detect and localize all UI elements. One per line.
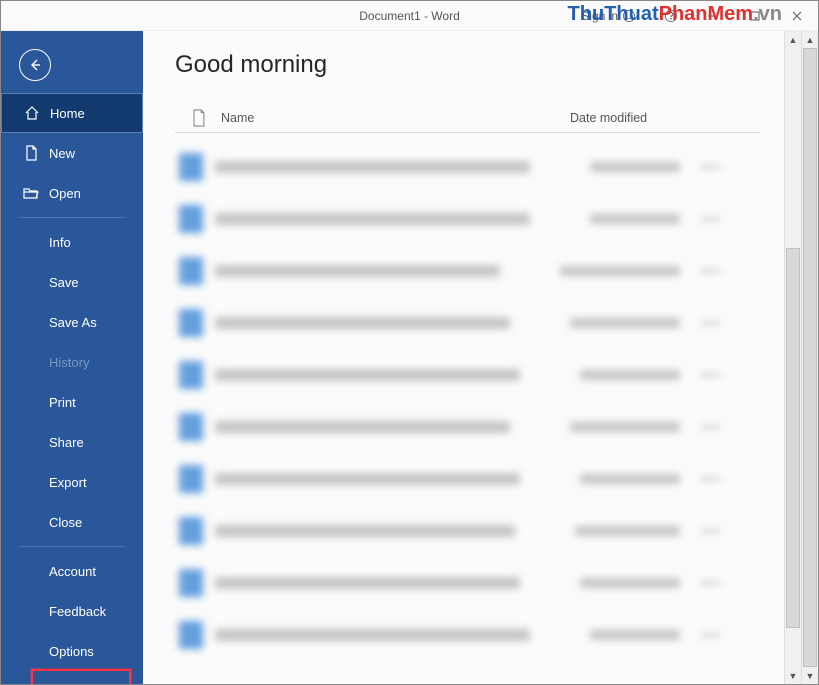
nav-print[interactable]: Print bbox=[1, 382, 143, 422]
list-item[interactable] bbox=[175, 245, 760, 297]
main-content: Good morning Name Date modified bbox=[143, 31, 784, 684]
backstage-body: Home New Open Info Save Save As History … bbox=[1, 31, 818, 684]
nav-label: Info bbox=[49, 235, 71, 250]
nav-label: Save bbox=[49, 275, 79, 290]
nav-separator bbox=[19, 217, 125, 218]
list-item[interactable] bbox=[175, 557, 760, 609]
page-title: Good morning bbox=[175, 51, 760, 79]
recent-list-header: Name Date modified bbox=[175, 103, 760, 133]
nav-account[interactable]: Account bbox=[1, 551, 143, 591]
back-button[interactable] bbox=[19, 49, 51, 81]
nav-label: Feedback bbox=[49, 604, 106, 619]
help-icon[interactable] bbox=[650, 1, 692, 31]
list-item[interactable] bbox=[175, 401, 760, 453]
title-bar: Document1 - Word Sign in bbox=[1, 1, 818, 31]
list-item[interactable] bbox=[175, 453, 760, 505]
maximize-button[interactable] bbox=[734, 1, 776, 31]
scroll-down-icon[interactable]: ▼ bbox=[802, 667, 818, 684]
nav-label: Home bbox=[50, 106, 85, 121]
nav-label: New bbox=[49, 146, 75, 161]
nav-share[interactable]: Share bbox=[1, 422, 143, 462]
backstage-sidebar: Home New Open Info Save Save As History … bbox=[1, 31, 143, 684]
list-item[interactable] bbox=[175, 193, 760, 245]
nav-export[interactable]: Export bbox=[1, 462, 143, 502]
nav-label: Options bbox=[49, 644, 94, 659]
inner-scrollbar[interactable]: ▲ ▼ bbox=[784, 31, 801, 684]
folder-open-icon bbox=[23, 185, 39, 201]
list-item[interactable] bbox=[175, 297, 760, 349]
nav-save-as[interactable]: Save As bbox=[1, 302, 143, 342]
nav-home[interactable]: Home bbox=[1, 93, 143, 133]
minimize-button[interactable] bbox=[692, 1, 734, 31]
nav-info[interactable]: Info bbox=[1, 222, 143, 262]
close-button[interactable] bbox=[776, 1, 818, 31]
scroll-thumb[interactable] bbox=[803, 48, 817, 667]
nav-save[interactable]: Save bbox=[1, 262, 143, 302]
nav-label: Share bbox=[49, 435, 84, 450]
nav-label: Account bbox=[49, 564, 96, 579]
scroll-up-icon[interactable]: ▲ bbox=[802, 31, 818, 48]
list-item[interactable] bbox=[175, 349, 760, 401]
home-icon bbox=[24, 105, 40, 121]
nav-separator bbox=[19, 546, 125, 547]
scroll-down-icon[interactable]: ▼ bbox=[785, 667, 801, 684]
main-panel: Good morning Name Date modified bbox=[143, 31, 818, 684]
nav-label: Close bbox=[49, 515, 82, 530]
recent-documents-list bbox=[175, 141, 760, 661]
nav-label: Open bbox=[49, 186, 81, 201]
nav-open[interactable]: Open bbox=[1, 173, 143, 213]
nav-new[interactable]: New bbox=[1, 133, 143, 173]
nav-close[interactable]: Close bbox=[1, 502, 143, 542]
outer-scrollbar[interactable]: ▲ ▼ bbox=[801, 31, 818, 684]
nav-label: Export bbox=[49, 475, 87, 490]
nav-label: Print bbox=[49, 395, 76, 410]
nav-history: History bbox=[1, 342, 143, 382]
list-item[interactable] bbox=[175, 505, 760, 557]
list-item[interactable] bbox=[175, 141, 760, 193]
scroll-thumb[interactable] bbox=[786, 248, 800, 628]
column-icon bbox=[175, 109, 221, 127]
title-bar-controls bbox=[608, 1, 818, 31]
column-date-header[interactable]: Date modified bbox=[570, 111, 720, 125]
list-item[interactable] bbox=[175, 609, 760, 661]
nav-feedback[interactable]: Feedback bbox=[1, 591, 143, 631]
column-name-header[interactable]: Name bbox=[221, 111, 570, 125]
nav-label: Save As bbox=[49, 315, 97, 330]
word-backstage-window: Document1 - Word Sign in Home New bbox=[0, 0, 819, 685]
document-title: Document1 - Word bbox=[359, 9, 459, 23]
nav-options[interactable]: Options bbox=[1, 631, 143, 671]
scroll-up-icon[interactable]: ▲ bbox=[785, 31, 801, 48]
document-icon bbox=[23, 145, 39, 161]
nav-label: History bbox=[49, 355, 89, 370]
face-smile-icon[interactable] bbox=[608, 1, 650, 31]
